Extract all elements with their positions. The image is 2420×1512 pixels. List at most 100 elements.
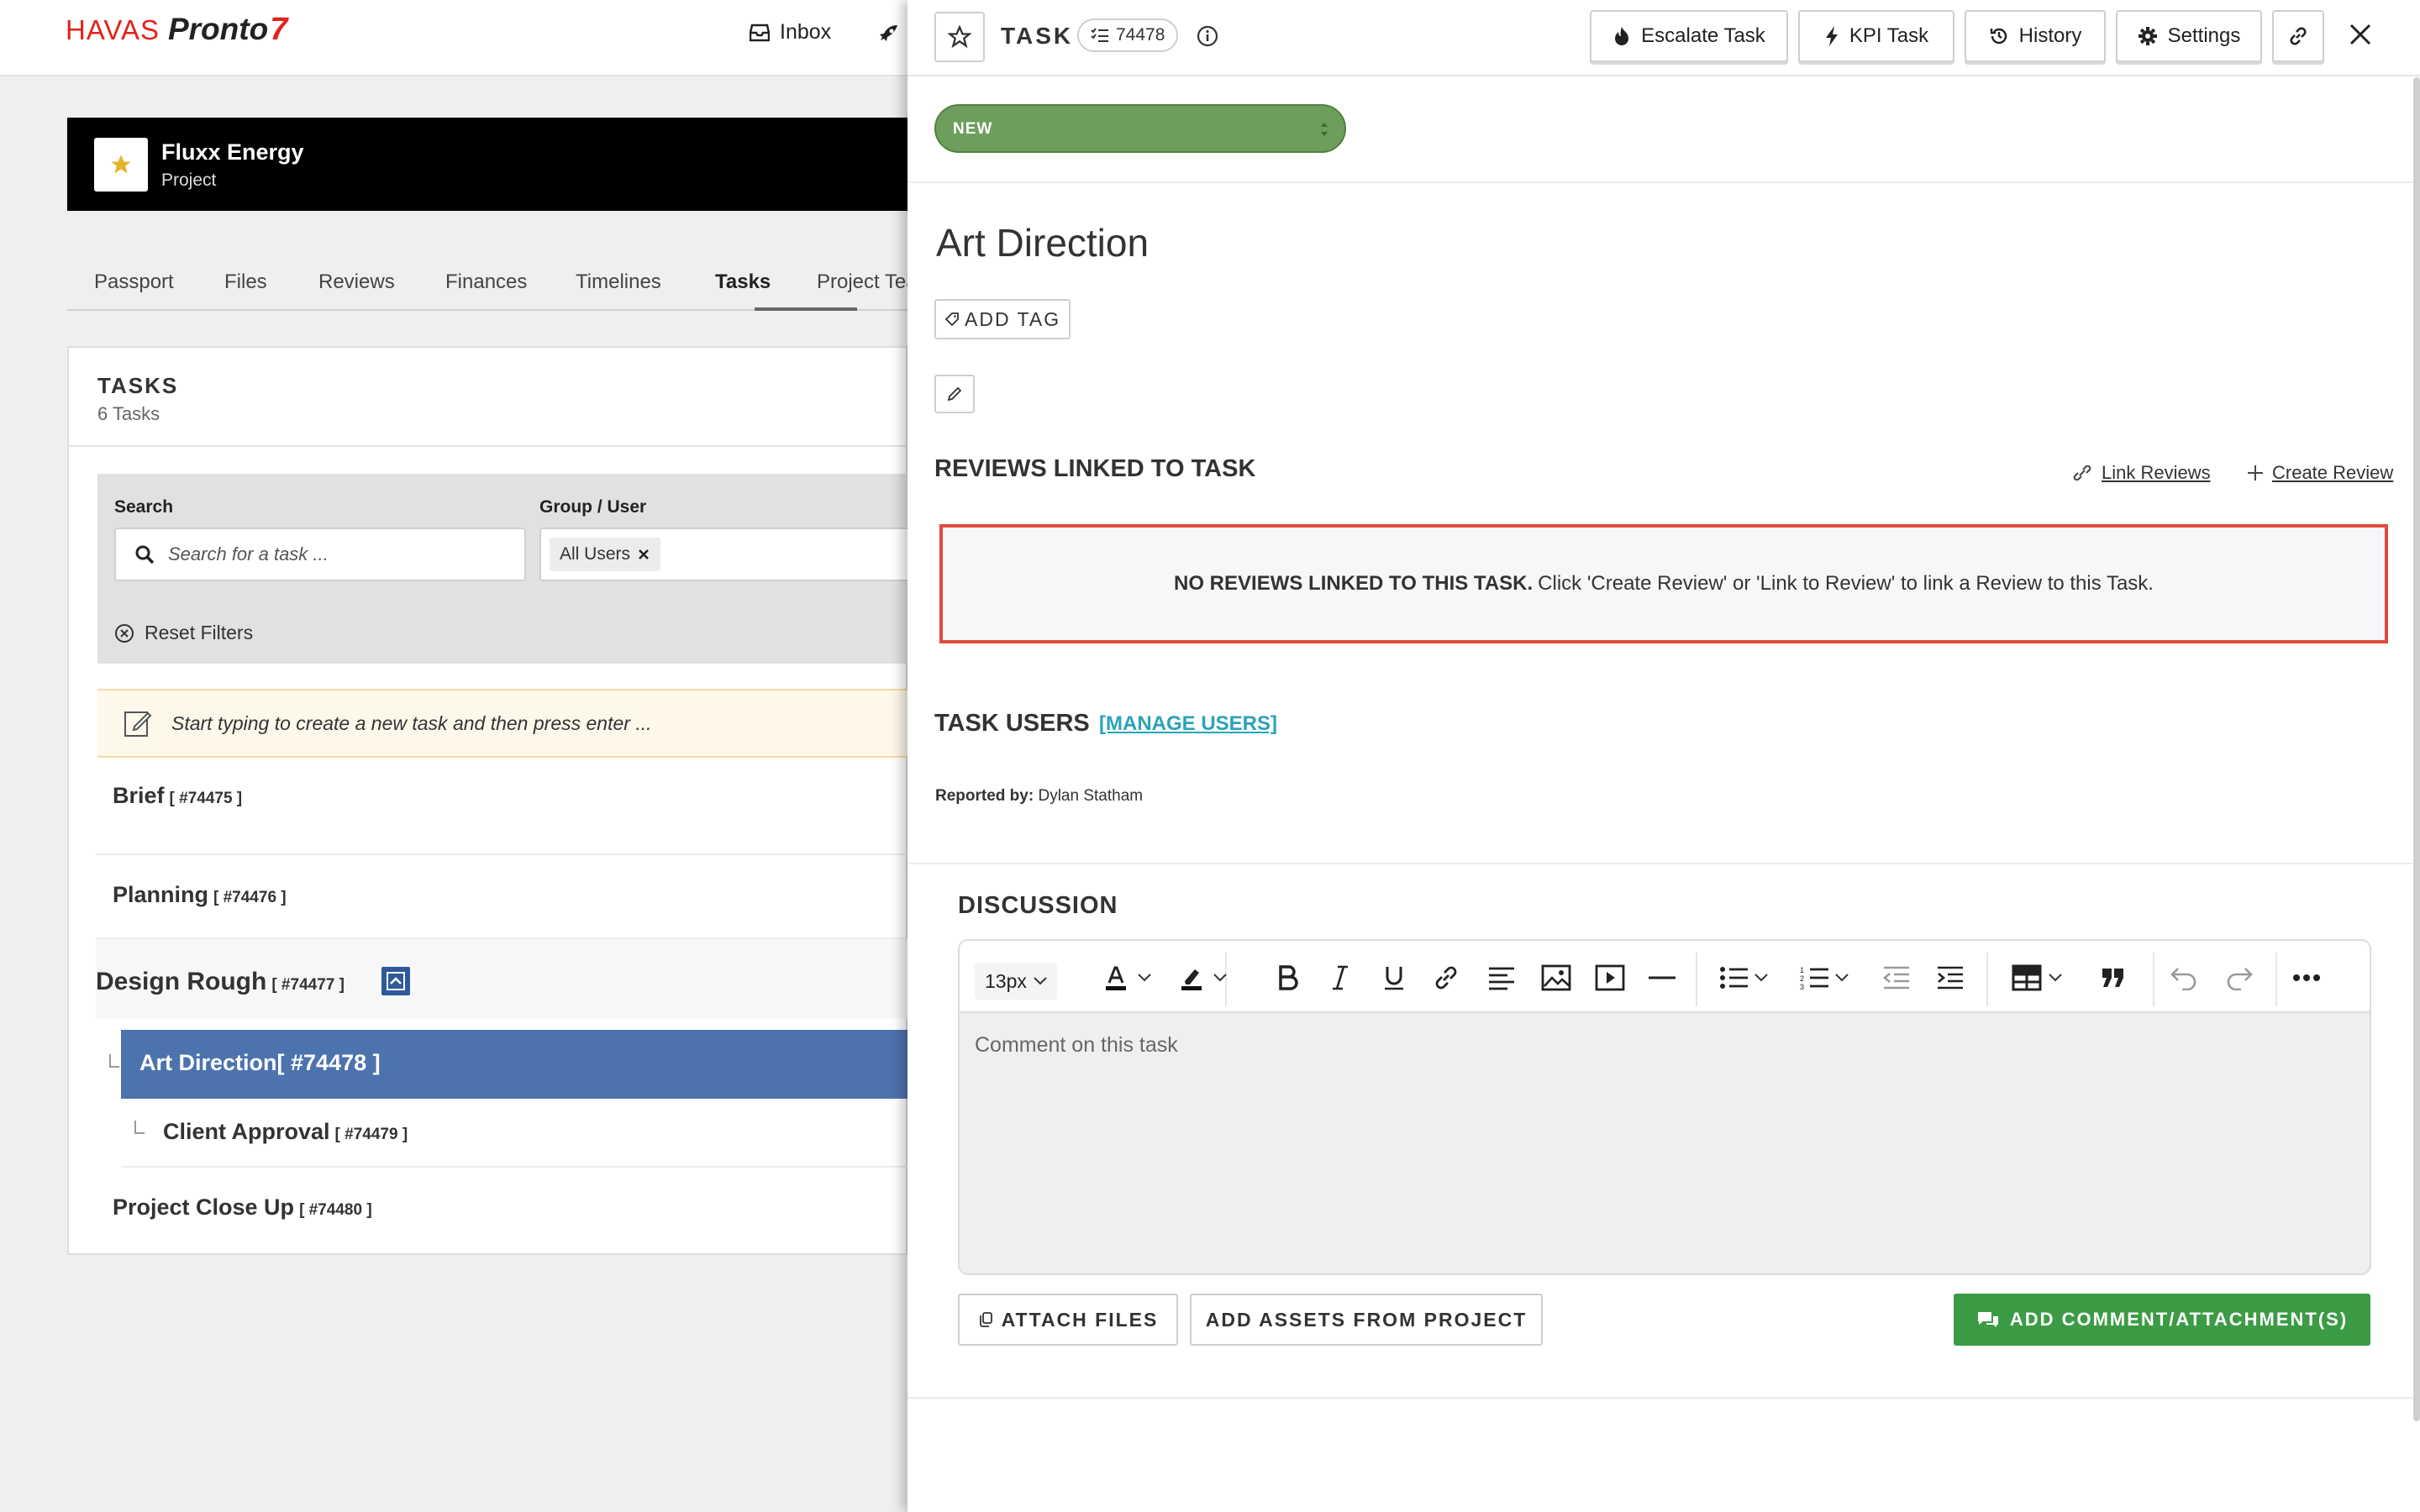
history-label: History xyxy=(2018,24,2082,47)
reported-by-name: Dylan Statham xyxy=(1038,787,1144,805)
logo-product: Pronto xyxy=(167,12,269,46)
collapse-subtasks-button[interactable] xyxy=(381,967,410,995)
bullet-list-icon xyxy=(1720,967,1748,989)
more-options-button[interactable] xyxy=(2292,961,2321,995)
nav-inbox-link[interactable]: Inbox xyxy=(750,20,831,45)
tab-tasks[interactable]: Tasks xyxy=(715,270,771,294)
close-drawer-button[interactable] xyxy=(2346,20,2375,49)
horizontal-rule-button[interactable] xyxy=(1649,961,1676,995)
highlight-color-button[interactable] xyxy=(1176,961,1227,995)
table-row-parent[interactable]: Design Rough[ #74477 ] xyxy=(96,939,908,1019)
add-comment-button[interactable]: ADD COMMENT/ATTACHMENT(S) xyxy=(1954,1294,2370,1346)
rocket-icon[interactable] xyxy=(877,24,899,45)
numbered-list-icon: 123 xyxy=(1800,966,1828,990)
add-tag-button[interactable]: ADD TAG xyxy=(934,299,1071,339)
task-name: Brief[ #74475 ] xyxy=(113,783,243,808)
group-user-select[interactable]: All Users xyxy=(539,528,926,581)
table-row[interactable]: Brief[ #74475 ] xyxy=(96,764,908,855)
table-button[interactable] xyxy=(2012,961,2062,995)
link-reviews-button[interactable]: Link Reviews xyxy=(2071,462,2211,484)
kpi-task-button[interactable]: KPI Task xyxy=(1798,10,1954,62)
drawer-scrollbar[interactable] xyxy=(2413,77,2420,1421)
info-icon[interactable] xyxy=(1197,25,1218,47)
chevron-up-icon xyxy=(387,972,405,990)
italic-button[interactable] xyxy=(1329,961,1351,995)
task-title[interactable]: Art Direction xyxy=(936,220,1149,265)
history-button[interactable]: History xyxy=(1965,10,2106,62)
tab-project-team[interactable]: Project Tea xyxy=(817,270,918,294)
bold-button[interactable] xyxy=(1276,961,1301,995)
reported-by: Reported by: Dylan Statham xyxy=(935,787,1143,806)
outdent-button[interactable] xyxy=(1882,961,1911,995)
indent-icon xyxy=(1938,966,1963,990)
task-id: [ #74477 ] xyxy=(271,976,345,994)
underline-button[interactable] xyxy=(1381,961,1407,995)
project-header: Fluxx Energy Project xyxy=(67,118,908,211)
insert-image-button[interactable] xyxy=(1541,961,1571,995)
edit-note-icon xyxy=(124,711,152,737)
undo-button[interactable] xyxy=(2170,961,2198,995)
insert-link-button[interactable] xyxy=(1432,961,1460,995)
tab-files[interactable]: Files xyxy=(224,270,267,294)
table-row[interactable]: Planning[ #74476 ] xyxy=(96,855,908,939)
comment-textarea[interactable]: Comment on this task xyxy=(975,1033,1178,1058)
copy-link-button[interactable] xyxy=(2272,10,2324,62)
new-task-input[interactable]: Start typing to create a new task and th… xyxy=(97,689,909,758)
tab-finances[interactable]: Finances xyxy=(445,270,527,294)
underline-icon xyxy=(1385,967,1403,990)
blockquote-button[interactable] xyxy=(2101,961,2126,995)
reported-by-label: Reported by: xyxy=(935,787,1034,805)
task-search-input[interactable]: Search for a task ... xyxy=(114,528,526,581)
task-id-value: 74478 xyxy=(1116,25,1165,45)
redo-button[interactable] xyxy=(2225,961,2254,995)
align-button[interactable] xyxy=(1487,961,1516,995)
search-icon xyxy=(135,545,155,564)
font-size-select[interactable]: 13px xyxy=(975,963,1057,1000)
insert-media-button[interactable] xyxy=(1595,961,1625,995)
settings-button[interactable]: Settings xyxy=(2116,10,2262,62)
attach-files-label: ATTACH FILES xyxy=(1001,1308,1159,1331)
escalate-task-button[interactable]: Escalate Task xyxy=(1590,10,1788,62)
table-row-child[interactable]: Client Approval[ #74479 ] xyxy=(121,1099,908,1168)
add-assets-button[interactable]: ADD ASSETS FROM PROJECT xyxy=(1190,1294,1543,1346)
favorite-star-icon[interactable] xyxy=(94,138,148,192)
comment-editor: 13px 1 2 3 Comment on this task xyxy=(958,939,2371,1275)
divider xyxy=(69,445,909,447)
svg-text:1: 1 xyxy=(1800,966,1804,974)
add-assets-label: ADD ASSETS FROM PROJECT xyxy=(1205,1308,1528,1331)
tab-passport[interactable]: Passport xyxy=(94,270,174,294)
italic-icon xyxy=(1333,965,1348,990)
group-user-label: Group / User xyxy=(539,497,647,517)
reviews-heading: REVIEWS LINKED TO TASK xyxy=(934,455,1256,482)
remove-chip-icon[interactable] xyxy=(637,548,650,561)
text-color-button[interactable] xyxy=(1101,961,1151,995)
toolbar-divider xyxy=(1696,953,1697,1006)
user-filter-chip: All Users xyxy=(550,538,661,571)
favorite-task-button[interactable] xyxy=(934,12,985,62)
numbered-list-button[interactable]: 123 xyxy=(1800,961,1849,995)
settings-label: Settings xyxy=(2167,24,2241,47)
manage-users-link[interactable]: [MANAGE USERS] xyxy=(1099,712,1277,736)
table-row[interactable]: Project Close Up[ #74480 ] xyxy=(96,1168,908,1253)
filter-box: Search Group / User Search for a task ..… xyxy=(97,474,926,664)
bullet-list-button[interactable] xyxy=(1719,961,1768,995)
chevron-down-icon xyxy=(1034,977,1047,985)
indent-button[interactable] xyxy=(1936,961,1965,995)
attach-files-button[interactable]: ATTACH FILES xyxy=(958,1294,1178,1346)
tab-reviews[interactable]: Reviews xyxy=(318,270,395,294)
flame-icon xyxy=(1615,27,1629,45)
align-left-icon xyxy=(1489,967,1514,990)
kpi-label: KPI Task xyxy=(1849,24,1929,47)
quote-icon xyxy=(2102,969,2123,987)
status-select[interactable]: NEW xyxy=(934,104,1346,153)
reset-filters-button[interactable]: Reset Filters xyxy=(114,622,253,644)
app-logo[interactable]: HAVAS Pronto 7 xyxy=(66,12,287,48)
divider xyxy=(908,1397,2420,1399)
table-row-selected[interactable]: Art Direction[ #74478 ] xyxy=(121,1030,908,1099)
edit-description-button[interactable] xyxy=(934,375,975,413)
no-reviews-strong: NO REVIEWS LINKED TO THIS TASK. xyxy=(1174,572,1534,595)
tab-timelines[interactable]: Timelines xyxy=(576,270,661,294)
create-review-button[interactable]: Create Review xyxy=(2247,462,2393,484)
reset-filters-label: Reset Filters xyxy=(145,622,254,643)
text-color-icon xyxy=(1106,966,1126,990)
